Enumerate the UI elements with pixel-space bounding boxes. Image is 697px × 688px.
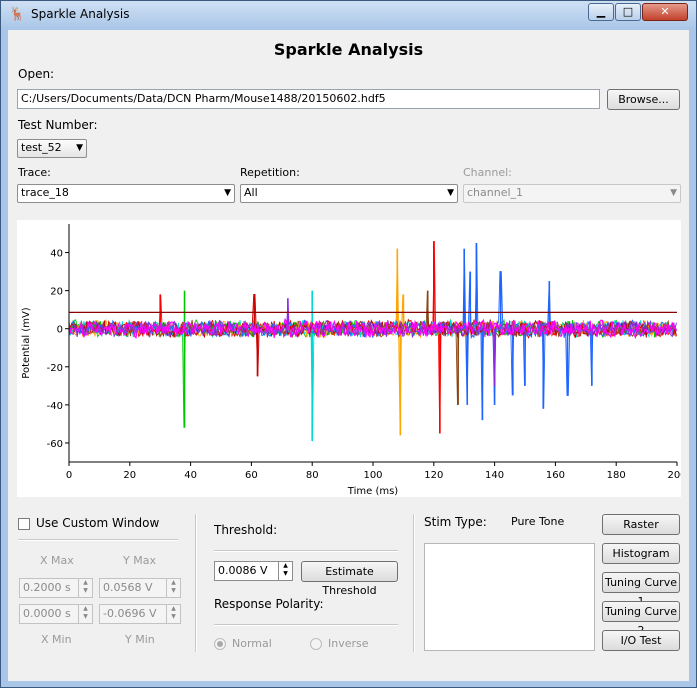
threshold-value: 0.0086 V (218, 564, 268, 577)
y-tick-label: 40 (50, 249, 63, 260)
y-tick-label: -40 (47, 401, 63, 412)
response-polarity-label: Response Polarity: (214, 597, 324, 611)
trace-chart-svg: 02040608010012014016018020040200-20-40-6… (21, 224, 687, 497)
y-max-label: Y Max (123, 554, 156, 567)
repetition-select[interactable]: All ▼ (240, 184, 458, 203)
browse-button[interactable]: Browse... (607, 89, 680, 110)
repetition-label: Repetition: (240, 166, 300, 179)
window-title: Sparkle Analysis (31, 7, 130, 21)
spin-arrows-icon[interactable]: ▲ ▼ (278, 562, 292, 580)
spin-arrows-icon: ▲ ▼ (166, 605, 180, 623)
title-bar[interactable]: 🦌 Sparkle Analysis ▁ □ ✕ (1, 1, 696, 29)
y-max-spinbox: 0.0568 V ▲ ▼ (99, 578, 181, 598)
divider (413, 514, 415, 652)
x-tick-label: 20 (123, 470, 136, 481)
x-tick-label: 40 (184, 470, 197, 481)
x-min-value: 0.0000 s (23, 607, 71, 620)
x-tick-label: 140 (485, 470, 504, 481)
divider (195, 514, 197, 652)
divider (18, 539, 178, 541)
x-tick-label: 0 (66, 470, 72, 481)
y-tick-label: 20 (50, 287, 63, 298)
threshold-spinbox[interactable]: 0.0086 V ▲ ▼ (214, 561, 293, 581)
x-min-spinbox: 0.0000 s ▲ ▼ (19, 604, 93, 624)
chevron-down-icon: ▼ (76, 143, 83, 153)
y-max-value: 0.0568 V (103, 581, 153, 594)
x-tick-label: 180 (607, 470, 626, 481)
histogram-button[interactable]: Histogram (602, 543, 680, 564)
y-min-spinbox: -0.0696 V ▲ ▼ (99, 604, 181, 624)
test-number-label: Test Number: (18, 118, 98, 132)
y-tick-label: -60 (47, 439, 63, 450)
chevron-down-icon: ▼ (670, 188, 677, 198)
x-tick-label: 80 (306, 470, 319, 481)
y-min-label: Y Min (125, 633, 155, 646)
x-tick-label: 100 (363, 470, 382, 481)
tuning-curve-1-button[interactable]: Tuning Curve 1 (602, 572, 680, 608)
channel-select: channel_1 ▼ (463, 184, 681, 203)
stim-type-label: Stim Type: (424, 515, 487, 529)
x-tick-label: 160 (546, 470, 565, 481)
divider (214, 624, 398, 626)
estimate-threshold-button[interactable]: Estimate Threshold (301, 561, 398, 597)
raster-button[interactable]: Raster (602, 514, 680, 535)
divider (214, 550, 398, 552)
channel-value: channel_1 (467, 186, 524, 199)
test-number-value: test_52 (21, 141, 62, 154)
trace-line (68, 318, 677, 442)
trace-plot[interactable]: 02040608010012014016018020040200-20-40-6… (17, 220, 687, 497)
custom-window-checkbox[interactable] (18, 518, 30, 530)
chevron-down-icon: ▼ (447, 188, 454, 198)
inverse-radio (310, 638, 322, 650)
y-axis-label: Potential (mV) (21, 307, 32, 378)
custom-window-label: Use Custom Window (36, 516, 160, 530)
page-title: Sparkle Analysis (273, 40, 424, 59)
app-window: 🦌 Sparkle Analysis ▁ □ ✕ Sparkle Analysi… (0, 0, 697, 688)
x-tick-label: 200 (667, 470, 681, 481)
normal-label: Normal (232, 637, 272, 650)
x-axis-label: Time (ms) (347, 486, 399, 497)
client-area: Sparkle Analysis Open: C:/Users/Document… (8, 30, 689, 681)
x-max-value: 0.2000 s (23, 581, 71, 594)
chevron-down-icon: ▼ (224, 188, 231, 198)
x-max-label: X Max (40, 554, 74, 567)
y-tick-label: -20 (47, 363, 63, 374)
close-button[interactable]: ✕ (642, 3, 688, 21)
inverse-label: Inverse (328, 637, 369, 650)
threshold-label: Threshold: (214, 523, 278, 537)
y-min-value: -0.0696 V (103, 607, 157, 620)
file-path-input[interactable]: C:/Users/Documents/Data/DCN Pharm/Mouse1… (17, 89, 600, 109)
x-max-spinbox: 0.2000 s ▲ ▼ (19, 578, 93, 598)
x-tick-label: 60 (245, 470, 258, 481)
maximize-button[interactable]: □ (615, 3, 641, 21)
normal-radio (214, 638, 226, 650)
spin-arrows-icon: ▲ ▼ (78, 579, 92, 597)
x-min-label: X Min (41, 633, 72, 646)
repetition-value: All (244, 186, 258, 199)
trace-value: trace_18 (21, 186, 69, 199)
io-test-button[interactable]: I/O Test (602, 630, 680, 651)
stim-list[interactable] (424, 543, 595, 651)
spin-arrows-icon: ▲ ▼ (78, 605, 92, 623)
trace-label: Trace: (18, 166, 51, 179)
test-number-select[interactable]: test_52 ▼ (17, 139, 87, 158)
open-label: Open: (18, 67, 55, 81)
channel-label: Channel: (463, 166, 512, 179)
minimize-button[interactable]: ▁ (588, 3, 614, 21)
tuning-curve-2-button[interactable]: Tuning Curve 2 (602, 601, 680, 637)
y-tick-label: 0 (57, 325, 63, 336)
trace-line (68, 248, 677, 436)
deer-icon: 🦌 (9, 7, 26, 22)
trace-select[interactable]: trace_18 ▼ (17, 184, 235, 203)
stim-type-value: Pure Tone (511, 515, 565, 528)
spin-arrows-icon: ▲ ▼ (166, 579, 180, 597)
x-tick-label: 120 (424, 470, 443, 481)
